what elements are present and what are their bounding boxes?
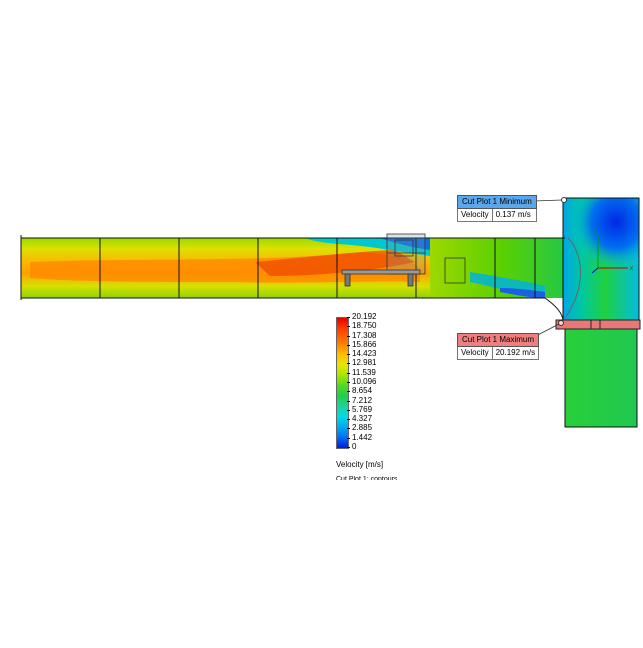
minimum-marker[interactable] <box>561 197 567 203</box>
minimum-callout-label: Velocity <box>461 210 489 219</box>
legend-tick-label: 4.327 <box>346 414 373 424</box>
maximum-callout-label: Velocity <box>461 348 489 357</box>
minimum-callout-value: 0.137 m/s <box>491 209 534 221</box>
legend-tick-label: 5.769 <box>346 404 373 414</box>
legend-tick-label: 12.981 <box>346 358 377 368</box>
legend-tick-label: 18.750 <box>346 321 377 331</box>
legend-plot-name: Cut Plot 1: contours <box>336 476 398 480</box>
legend-tick-label: 1.442 <box>346 432 373 442</box>
cfd-viewport[interactable]: y x <box>0 0 643 643</box>
svg-text:y: y <box>594 230 597 236</box>
velocity-cut-plot: y x <box>20 197 641 428</box>
legend-tick-label: 15.866 <box>346 339 377 349</box>
duct-outline <box>20 197 640 428</box>
svg-text:x: x <box>630 266 633 272</box>
legend-tick-label: 14.423 <box>346 349 377 359</box>
maximum-callout[interactable]: Cut Plot 1 Maximum Velocity 20.192 m/s <box>457 333 540 360</box>
legend-tick-label: 8.654 <box>346 386 373 396</box>
legend-tick-label: 0 <box>346 442 357 451</box>
legend-tick-label: 7.212 <box>346 395 373 405</box>
maximum-callout-title: Cut Plot 1 Maximum <box>457 333 540 347</box>
maximum-callout-value: 20.192 m/s <box>491 347 539 359</box>
legend-tick-label: 10.096 <box>346 377 377 386</box>
vertical-duct-lower <box>565 327 637 427</box>
legend-tick-label: 20.192 <box>346 312 377 321</box>
maximum-marker[interactable] <box>558 320 564 326</box>
minimum-callout[interactable]: Cut Plot 1 Minimum Velocity 0.137 m/s <box>457 195 537 222</box>
duct-flange <box>555 319 641 330</box>
legend-tick-label: 2.885 <box>346 423 373 433</box>
legend-tick-label: 17.308 <box>346 330 377 340</box>
legend-tick-label: 11.539 <box>347 367 376 377</box>
vertical-duct-blue-region <box>563 198 639 278</box>
minimum-callout-title: Cut Plot 1 Minimum <box>457 195 537 209</box>
legend-unit-label: Velocity [m/s] <box>336 460 384 469</box>
